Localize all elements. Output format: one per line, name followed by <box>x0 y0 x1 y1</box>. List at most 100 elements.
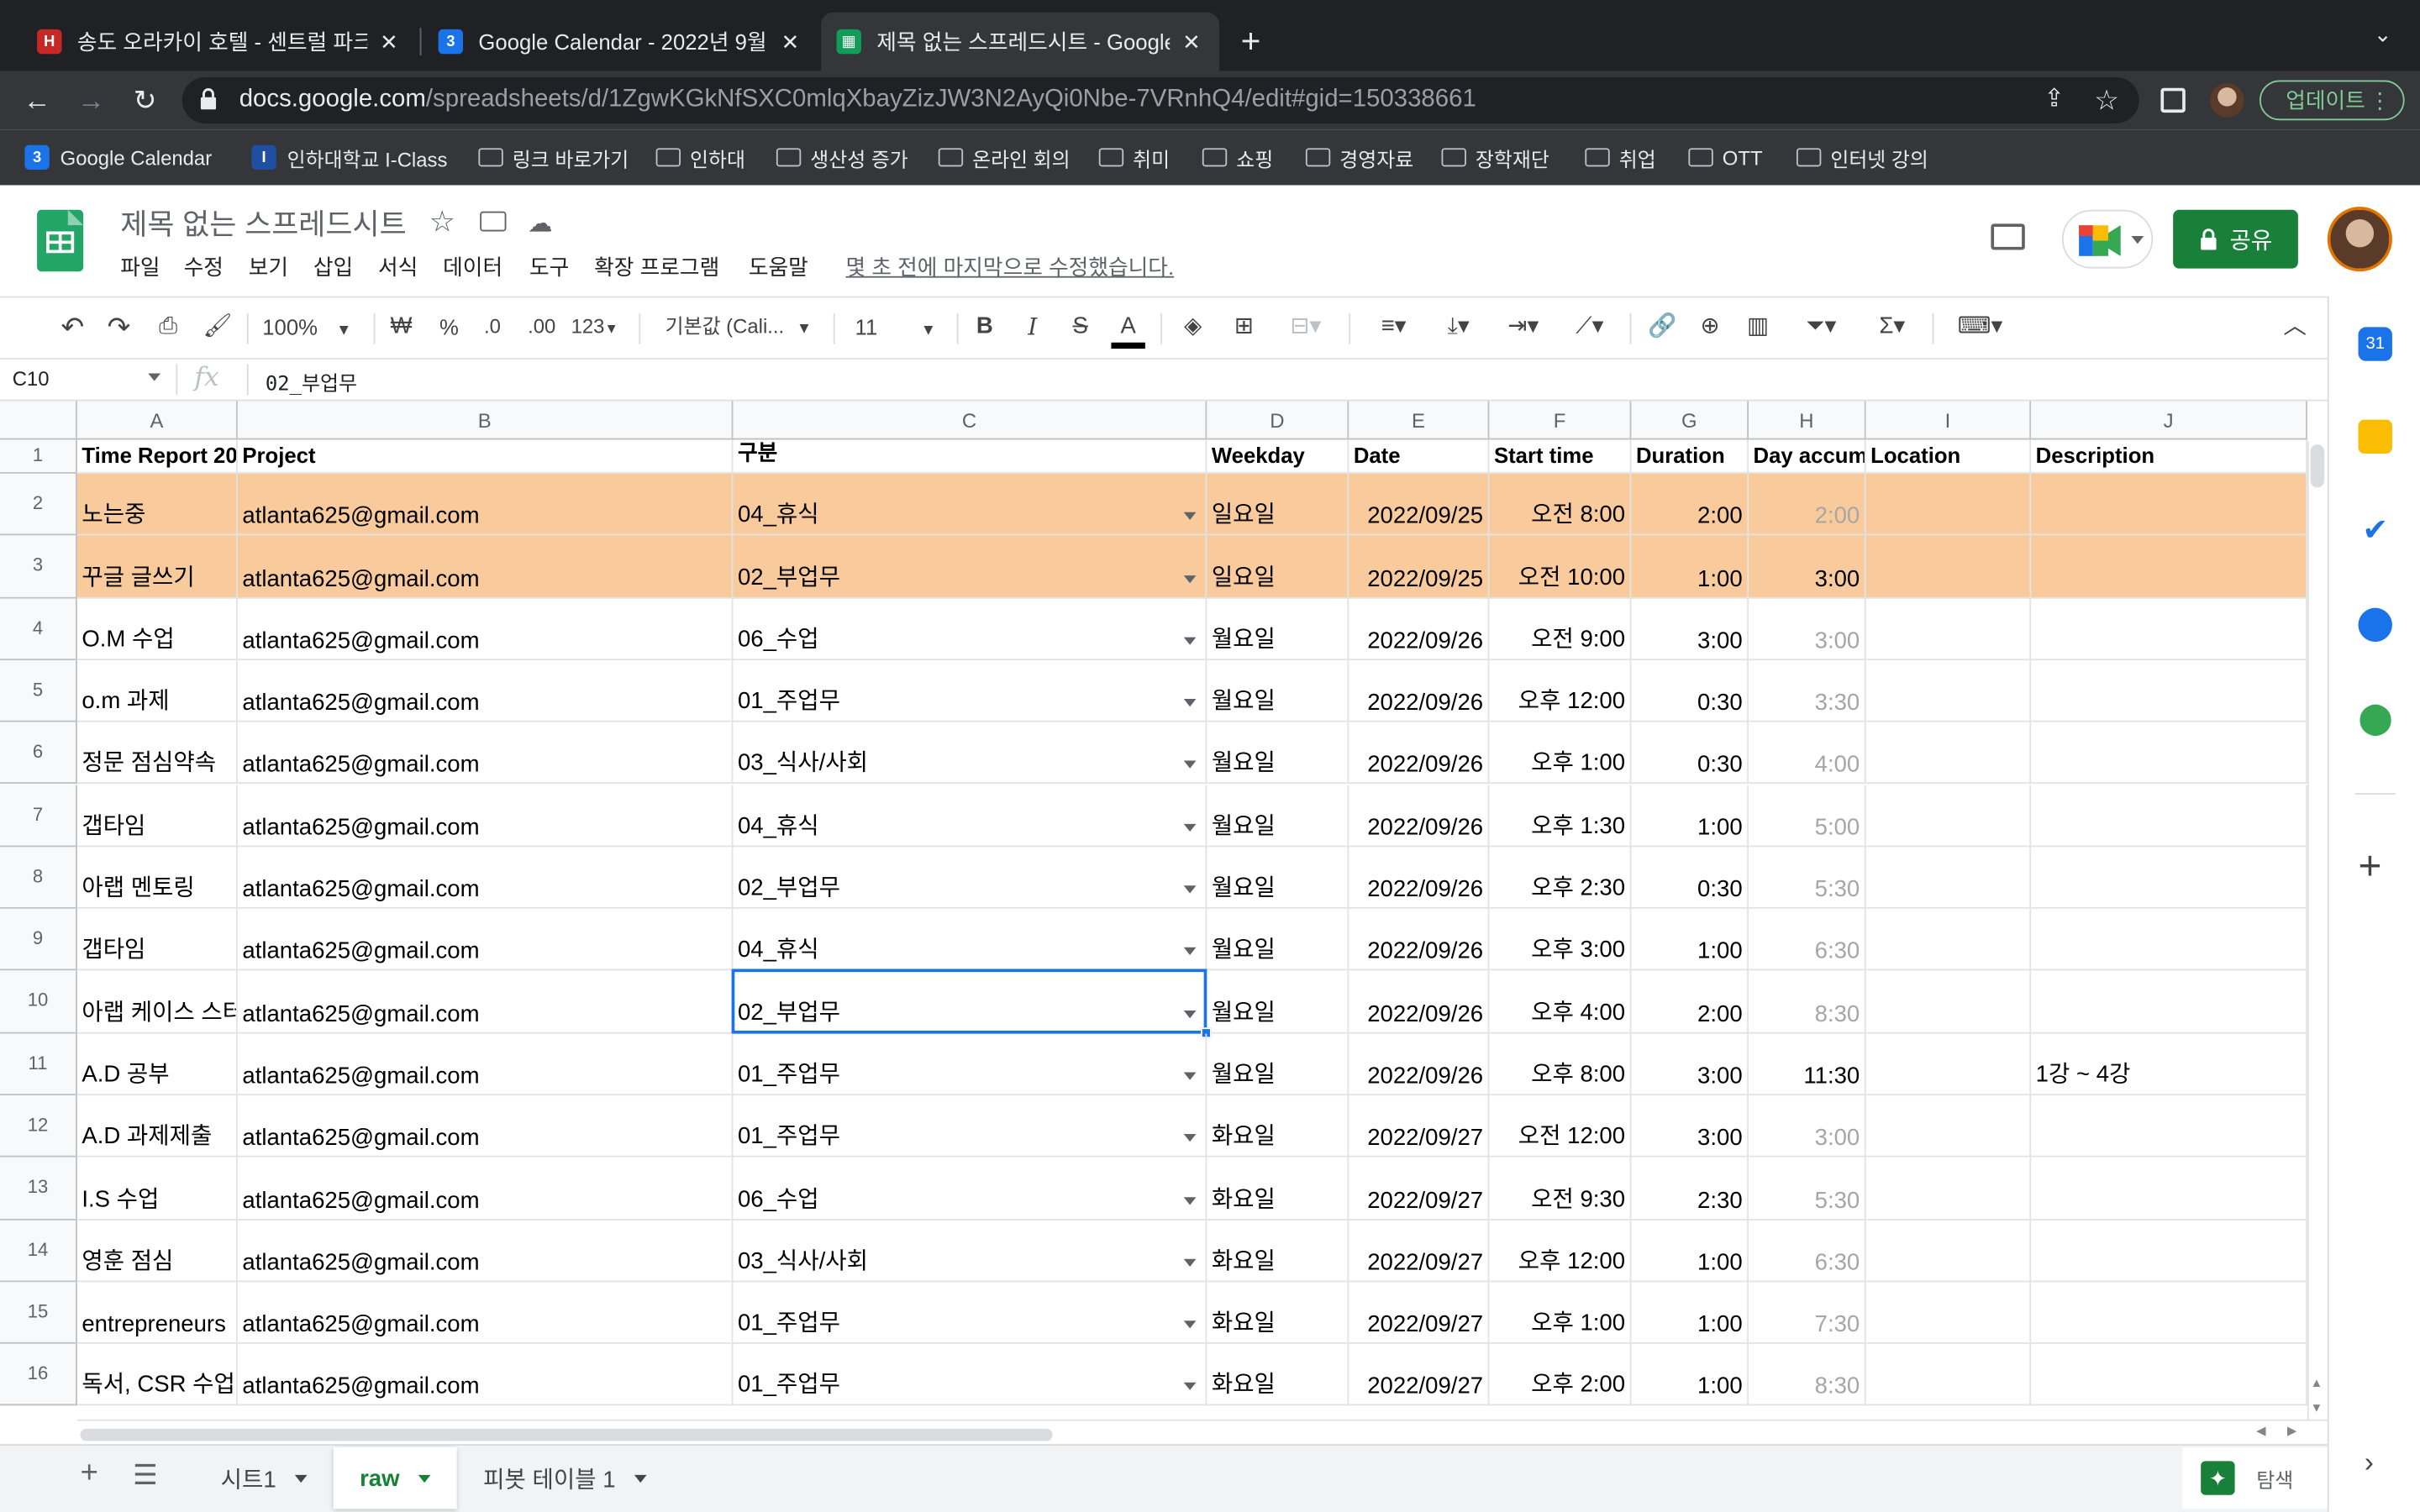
bookmark-folder[interactable]: OTT <box>1688 144 1763 171</box>
menu-edit[interactable]: 수정 <box>184 251 224 282</box>
grid-cell[interactable]: 오후 1:00 <box>1489 722 1632 785</box>
grid-cell[interactable]: 01_주업무 <box>733 1033 1207 1096</box>
meet-button[interactable] <box>2061 209 2154 269</box>
grid-cell[interactable] <box>2031 597 2307 660</box>
tasks-app-icon[interactable]: ✔ <box>2359 514 2392 548</box>
back-arrow-icon[interactable]: ← <box>20 83 54 117</box>
grid-cell[interactable]: 오후 12:00 <box>1489 659 1632 722</box>
percent-format-button[interactable]: % <box>435 310 463 344</box>
grid-cell[interactable]: 월요일 <box>1207 659 1349 722</box>
bookmark-folder[interactable]: 취업 <box>1585 144 1656 171</box>
functions-icon[interactable]: Σ▾ <box>1865 310 1920 344</box>
dropdown-chevron-icon[interactable] <box>1183 885 1197 894</box>
grid-cell[interactable]: atlanta625@gmail.com <box>237 659 734 722</box>
grid-cell[interactable]: 5:30 <box>1749 846 1866 910</box>
font-family-select[interactable]: 기본값 (Cali... ▼ <box>666 310 820 344</box>
column-header-i[interactable]: I <box>1865 401 2032 440</box>
grid-cell[interactable]: 2022/09/26 <box>1349 909 1490 972</box>
grid-cell[interactable]: 02_부업무 <box>733 846 1207 910</box>
share-button[interactable]: 공유 <box>2173 209 2298 269</box>
currency-format-button[interactable]: ₩ <box>386 310 417 344</box>
last-edit-status[interactable]: 몇 초 전에 마지막으로 수정했습니다. <box>846 251 1175 282</box>
grid-cell[interactable]: 월요일 <box>1207 971 1349 1034</box>
calendar-app-icon[interactable]: 31 <box>2358 327 2392 361</box>
text-color-button[interactable]: A <box>1111 310 1145 349</box>
grid-cell[interactable]: 3:00 <box>1749 1095 1866 1158</box>
grid-cell[interactable]: 오후 8:00 <box>1489 1033 1632 1096</box>
close-tab-icon[interactable]: ✕ <box>778 29 802 55</box>
grid-cell[interactable] <box>1865 1344 2032 1407</box>
keep-app-icon[interactable] <box>2358 419 2392 454</box>
grid-cell[interactable]: 3:00 <box>1749 535 1866 598</box>
dropdown-chevron-icon[interactable] <box>1183 948 1197 956</box>
grid-cell[interactable]: 오후 3:00 <box>1489 909 1632 972</box>
column-header-c[interactable]: C <box>733 401 1207 440</box>
show-side-panel-chevron-icon[interactable]: › <box>2365 1447 2374 1480</box>
grid-cell[interactable]: 월요일 <box>1207 784 1349 847</box>
grid-cell[interactable]: atlanta625@gmail.com <box>237 1282 734 1345</box>
browser-tab-hotel[interactable]: H 송도 오라카이 호텔 - 센트럴 파크 근 ✕ <box>22 13 417 71</box>
grid-cell[interactable]: 갭타임 <box>76 784 238 847</box>
add-sheet-plus-icon[interactable]: + <box>81 1457 98 1492</box>
dropdown-chevron-icon[interactable] <box>1183 761 1197 769</box>
grid-cell[interactable]: atlanta625@gmail.com <box>237 597 734 660</box>
dropdown-chevron-icon[interactable] <box>1183 1320 1197 1329</box>
sheet-tab-1[interactable]: 시트1 <box>197 1447 330 1509</box>
grid-cell[interactable] <box>1865 597 2032 660</box>
dropdown-chevron-icon[interactable] <box>1183 699 1197 707</box>
grid-cell[interactable]: atlanta625@gmail.com <box>237 846 734 910</box>
grid-cell[interactable]: 3:00 <box>1631 597 1749 660</box>
grid-cell[interactable]: 3:30 <box>1749 659 1866 722</box>
grid-cell[interactable]: 8:30 <box>1749 1344 1866 1407</box>
grid-cell[interactable]: 04_휴식 <box>733 909 1207 972</box>
grid-cell[interactable]: I.S 수업 <box>76 1158 238 1221</box>
grid-cell[interactable]: 오후 1:30 <box>1489 784 1632 847</box>
grid-cell[interactable]: 꾸글 글쓰기 <box>76 535 238 598</box>
grid-cell[interactable]: 6:30 <box>1749 909 1866 972</box>
column-header-a[interactable]: A <box>76 401 238 440</box>
grid-cell[interactable] <box>2031 846 2307 910</box>
grid-cell[interactable]: 2022/09/27 <box>1349 1095 1490 1158</box>
grid-cell[interactable]: 2022/09/26 <box>1349 597 1490 660</box>
scroll-up-arrow-icon[interactable]: ▲ <box>2311 1376 2323 1390</box>
grid-cell[interactable]: atlanta625@gmail.com <box>237 473 734 536</box>
more-formats-button[interactable]: 123▼ <box>571 310 627 344</box>
sheets-logo-icon[interactable] <box>37 209 84 272</box>
grid-cell[interactable]: 2022/09/26 <box>1349 846 1490 910</box>
grid-cell[interactable]: 2022/09/27 <box>1349 1220 1490 1283</box>
grid-cell[interactable]: atlanta625@gmail.com <box>237 1095 734 1158</box>
bookmark-folder[interactable]: 경영자료 <box>1305 144 1413 171</box>
column-header-f[interactable]: F <box>1489 401 1632 440</box>
spreadsheet-grid[interactable]: A B C D E F G H I J 1 Time Report 20 Project 구분 Weekda… <box>0 401 2307 1420</box>
browser-tab-sheets[interactable]: ▦ 제목 없는 스프레드시트 - Google S ✕ <box>821 12 1220 71</box>
column-header-h[interactable]: H <box>1749 401 1866 440</box>
grid-cell[interactable]: 화요일 <box>1207 1344 1349 1407</box>
grid-cell[interactable]: 8:30 <box>1749 971 1866 1034</box>
row-header[interactable]: 13 <box>0 1158 77 1221</box>
paint-format-icon[interactable]: 🖌 <box>201 310 234 344</box>
cloud-saved-icon[interactable]: ☁ <box>528 208 552 239</box>
grid-cell[interactable]: 정문 점심약속 <box>76 722 238 785</box>
sheet-tab-raw[interactable]: raw <box>333 1446 457 1509</box>
comment-history-icon[interactable] <box>1991 223 2025 250</box>
header-cell[interactable]: Description <box>2031 439 2307 474</box>
grid-cell[interactable] <box>1865 722 2032 785</box>
vertical-scrollbar[interactable] <box>2307 441 2328 1420</box>
grid-cell[interactable] <box>2031 784 2307 847</box>
menu-insert[interactable]: 삽입 <box>313 251 353 282</box>
dropdown-chevron-icon[interactable] <box>1183 1010 1197 1018</box>
grid-cell[interactable]: 오전 9:30 <box>1489 1158 1632 1221</box>
menu-tools[interactable]: 도구 <box>529 251 569 282</box>
share-page-icon[interactable]: ⇪ <box>2037 83 2070 117</box>
row-header[interactable]: 12 <box>0 1095 77 1158</box>
borders-icon[interactable]: ⊞ <box>1227 310 1260 344</box>
grid-cell[interactable]: 3:00 <box>1749 597 1866 660</box>
grid-cell[interactable] <box>1865 909 2032 972</box>
close-tab-icon[interactable]: ✕ <box>1179 29 1203 55</box>
grid-cell[interactable]: 2:00 <box>1631 971 1749 1034</box>
tab-search-chevron-icon[interactable]: ⌄ <box>2374 22 2392 48</box>
grid-cell[interactable]: 1:00 <box>1631 1344 1749 1407</box>
grid-cell[interactable] <box>2031 1282 2307 1345</box>
grid-cell[interactable]: 06_수업 <box>733 1158 1207 1221</box>
menu-file[interactable]: 파일 <box>120 251 160 282</box>
